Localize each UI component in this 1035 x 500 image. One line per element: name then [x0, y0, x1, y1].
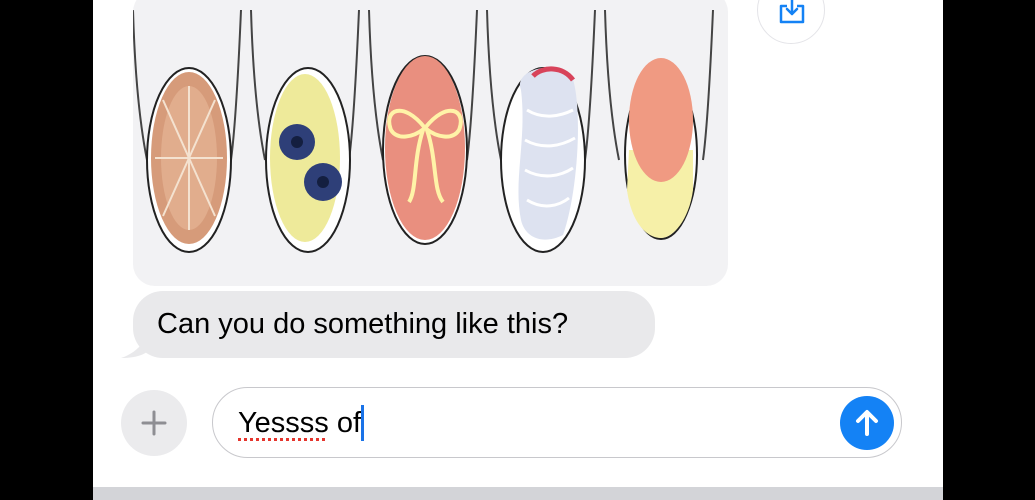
- text-cursor: [361, 405, 365, 441]
- arrow-up-icon: [856, 410, 878, 436]
- keyboard-top-edge: [93, 487, 943, 500]
- plus-icon: [141, 410, 167, 436]
- incoming-message-bubble[interactable]: Can you do something like this?: [133, 291, 655, 358]
- send-button[interactable]: [840, 396, 894, 450]
- draft-word: of: [328, 407, 362, 439]
- misspelled-word: Yessss: [238, 407, 329, 439]
- incoming-message-text: Can you do something like this?: [157, 308, 569, 340]
- image-attachment-bubble[interactable]: [133, 0, 728, 286]
- add-attachment-button[interactable]: [121, 390, 187, 456]
- nail-design-photo-icon: [133, 9, 714, 253]
- share-icon: [779, 0, 805, 24]
- message-input[interactable]: Yessss of: [212, 387, 902, 458]
- share-button[interactable]: [757, 0, 825, 44]
- message-draft: Yessss of: [238, 405, 365, 441]
- messages-screen: Can you do something like this? Yessss o…: [93, 0, 943, 500]
